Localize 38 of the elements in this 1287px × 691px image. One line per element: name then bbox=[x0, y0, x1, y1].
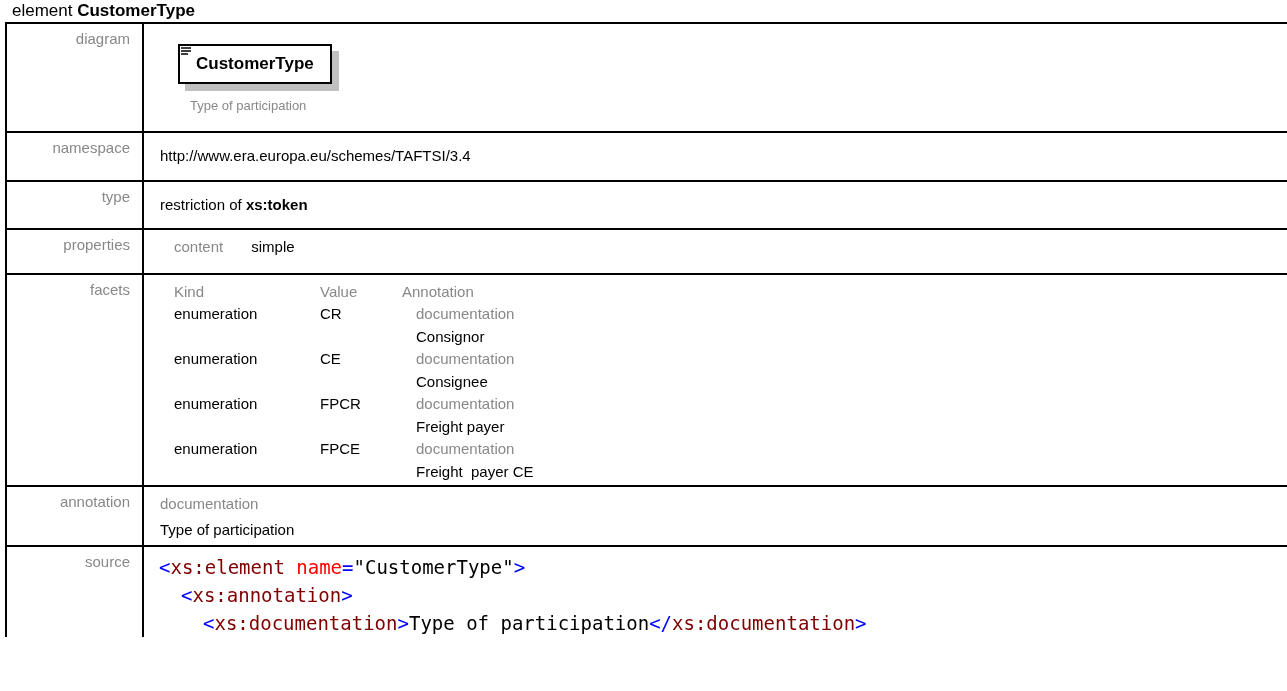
facet-value: CR bbox=[320, 304, 343, 324]
code-line: <xs:element name="CustomerType"> bbox=[159, 555, 526, 580]
facet-kind: enumeration bbox=[174, 349, 259, 369]
row-label: facets bbox=[89, 280, 130, 298]
page-heading: element CustomerType bbox=[12, 1, 195, 20]
property-name: content bbox=[174, 237, 224, 257]
row-value: http://www.era.europa.eu/schemes/TAFTSI/3.4 bbox=[160, 147, 471, 164]
annotation-text: Consignee bbox=[415, 371, 489, 392]
diagram-caption: Type of participation bbox=[189, 96, 307, 115]
column-header: Value bbox=[320, 281, 359, 302]
column-header: Annotation bbox=[402, 281, 475, 302]
row-label: source bbox=[84, 553, 130, 570]
annotation-text: Freight payer CE bbox=[415, 461, 534, 482]
row-label: namespace bbox=[52, 139, 130, 156]
facet-value: CE bbox=[320, 349, 342, 369]
property-value: simple bbox=[251, 237, 295, 257]
lines-icon bbox=[181, 47, 192, 56]
code-line: <xs:documentation>Type of participation</xs:documentation> bbox=[203, 611, 867, 636]
annotation-label: documentation bbox=[415, 439, 516, 459]
annotation-label: documentation bbox=[415, 394, 516, 414]
annotation-text: Consignor bbox=[415, 326, 486, 347]
annotation-text: Freight payer bbox=[415, 416, 506, 437]
annotation-label: documentation bbox=[415, 349, 516, 369]
facet-kind: enumeration bbox=[174, 394, 259, 414]
facet-value: FPCE bbox=[320, 439, 361, 459]
annotation-label: documentation bbox=[415, 304, 516, 324]
code-line: <xs:annotation> bbox=[181, 583, 353, 608]
row-label: diagram bbox=[75, 30, 130, 47]
row-value: restriction of xs:token bbox=[160, 195, 308, 213]
annotation-text: Type of participation bbox=[160, 520, 296, 540]
facet-value: FPCR bbox=[320, 394, 362, 414]
facet-kind: enumeration bbox=[174, 439, 259, 459]
annotation-label: documentation bbox=[160, 494, 260, 514]
row-label: properties bbox=[63, 236, 130, 253]
facet-kind: enumeration bbox=[174, 304, 259, 324]
row-label: annotation bbox=[59, 493, 130, 510]
column-header: Kind bbox=[174, 281, 206, 302]
row-label: type bbox=[101, 187, 130, 205]
